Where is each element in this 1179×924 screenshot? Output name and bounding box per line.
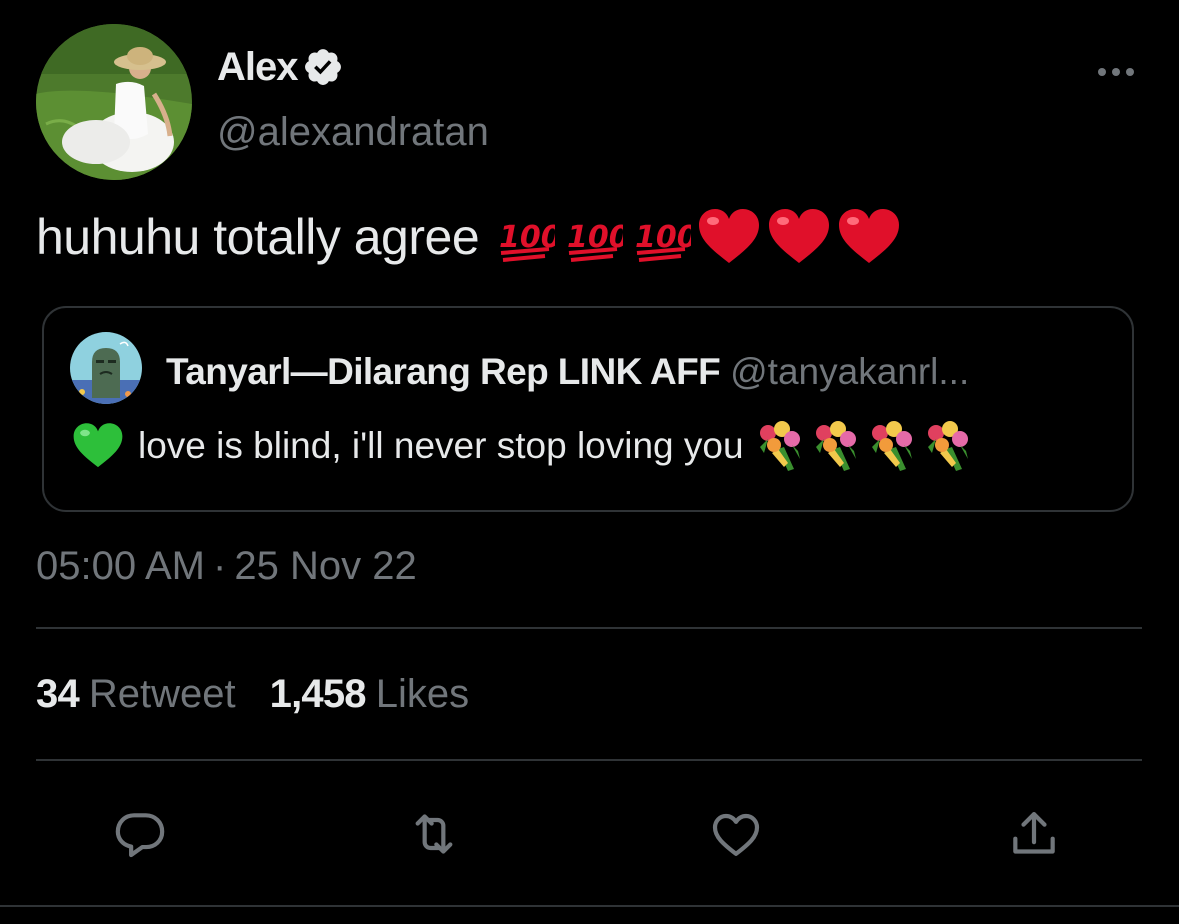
author-avatar[interactable] bbox=[36, 24, 192, 180]
tweet-time: 05:00 AM bbox=[36, 544, 206, 588]
bouquet-icon bbox=[815, 421, 856, 471]
green-heart-icon bbox=[73, 423, 123, 468]
likes-stat[interactable]: 1,458 Likes bbox=[270, 672, 470, 716]
share-icon[interactable] bbox=[1006, 806, 1062, 862]
quoted-avatar-illustration bbox=[70, 332, 142, 404]
retweets-stat[interactable]: 34 Retweet bbox=[36, 672, 236, 716]
like-icon[interactable] bbox=[708, 806, 764, 862]
more-options-icon[interactable] bbox=[1094, 60, 1138, 84]
bouquet-icon bbox=[927, 421, 968, 471]
tweet-timestamp[interactable]: 05:00 AM · 25 Nov 22 bbox=[36, 544, 417, 589]
retweet-count: 34 bbox=[36, 672, 80, 716]
tweet-stats: 34 Retweet 1,458 Likes bbox=[36, 672, 469, 717]
timestamp-separator: · bbox=[213, 544, 227, 588]
bouquet-icon bbox=[759, 421, 800, 471]
red-heart-icon bbox=[839, 209, 900, 263]
quoted-author-handle[interactable]: @tanyakanrl... bbox=[730, 351, 969, 392]
divider bbox=[36, 627, 1142, 629]
reply-icon[interactable] bbox=[112, 806, 168, 862]
quoted-tweet-body: love is blind, i'll never stop loving yo… bbox=[72, 418, 976, 474]
red-heart-icon bbox=[699, 209, 760, 263]
avatar-photo bbox=[36, 24, 192, 180]
quoted-tweet-text: love is blind, i'll never stop loving yo… bbox=[138, 425, 744, 466]
retweet-label: Retweet bbox=[88, 672, 236, 716]
quoted-tweet-card[interactable]: Tanyarl—Dilarang Rep LINK AFF @tanyakanrl… bbox=[42, 306, 1134, 512]
divider bbox=[0, 905, 1179, 907]
like-count: 1,458 bbox=[269, 672, 367, 716]
like-label: Likes bbox=[375, 672, 470, 716]
hundred-points-icon: 100 bbox=[567, 220, 623, 262]
quoted-tweet-header: Tanyarl—Dilarang Rep LINK AFF @tanyakanrl… bbox=[166, 350, 969, 394]
divider bbox=[36, 759, 1142, 761]
hundred-points-icon: 100 bbox=[499, 220, 555, 262]
red-heart-icon bbox=[769, 209, 830, 263]
author-handle[interactable]: @alexandratan bbox=[217, 110, 489, 155]
author-display-name[interactable]: Alex bbox=[217, 45, 298, 90]
quoted-author-name[interactable]: Tanyarl—Dilarang Rep LINK AFF bbox=[166, 351, 721, 392]
bouquet-icon bbox=[871, 421, 912, 471]
tweet-text: huhuhu totally agree bbox=[36, 209, 480, 265]
author-name-row[interactable]: Alex bbox=[217, 42, 344, 92]
verified-badge-icon bbox=[302, 46, 344, 88]
tweet-body: huhuhu totally agree 100 100 100 bbox=[36, 202, 901, 272]
hundred-points-icon: 100 bbox=[635, 220, 691, 262]
tweet-date: 25 Nov 22 bbox=[234, 544, 417, 588]
retweet-icon[interactable] bbox=[406, 806, 462, 862]
quoted-author-avatar[interactable] bbox=[70, 332, 142, 404]
